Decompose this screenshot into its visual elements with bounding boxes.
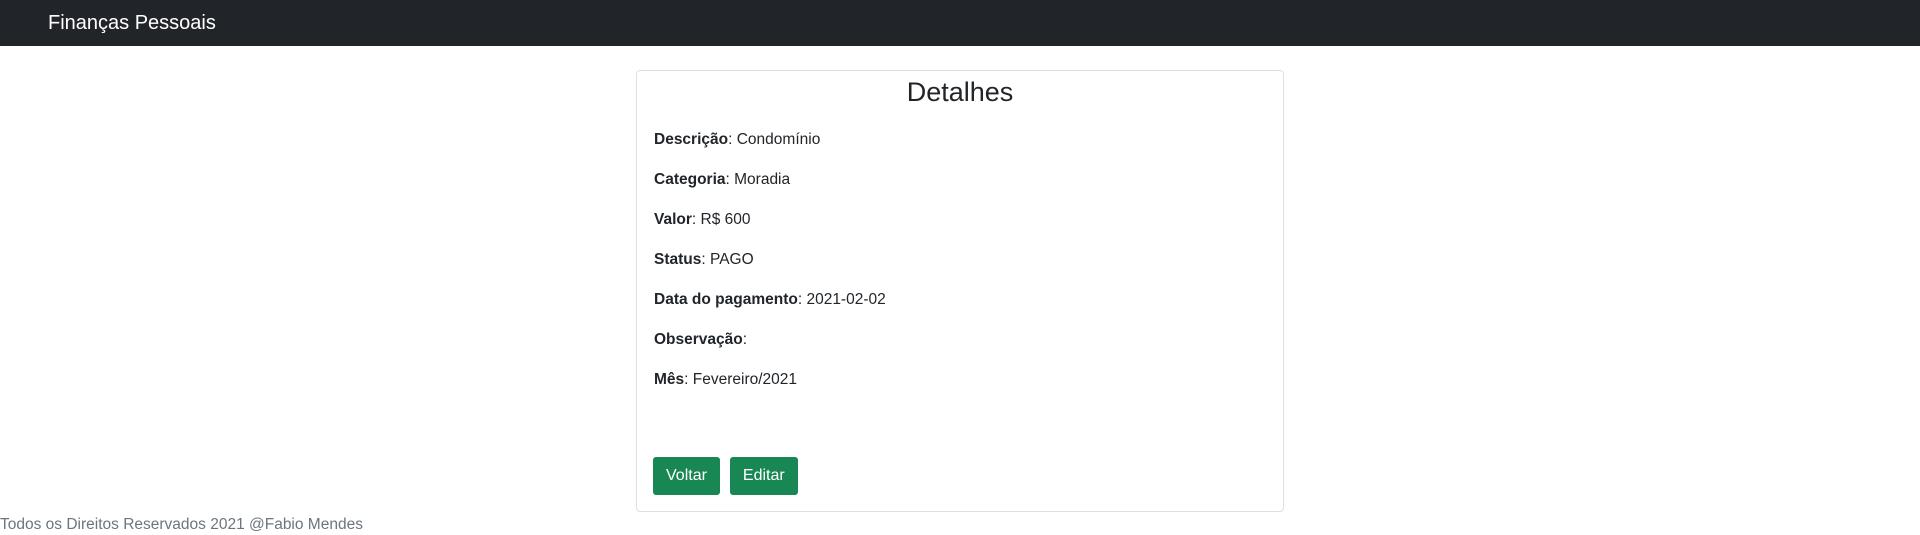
- detail-label: Descrição: [654, 131, 729, 148]
- detail-label: Categoria: [654, 171, 726, 188]
- detail-label: Observação: [654, 331, 743, 348]
- detail-data-pagamento: Data do pagamento: 2021-02-02: [654, 291, 886, 308]
- back-button[interactable]: Voltar: [653, 457, 720, 495]
- detail-label: Data do pagamento: [654, 291, 798, 308]
- details-card: Detalhes Descrição: Condomínio Categoria…: [636, 70, 1284, 512]
- detail-observacao: Observação:: [654, 331, 748, 348]
- card-actions: Voltar Editar: [653, 457, 798, 495]
- detail-value: 2021-02-02: [806, 291, 886, 308]
- detail-value: Fevereiro/2021: [692, 371, 798, 388]
- detail-status: Status: PAGO: [654, 251, 754, 268]
- detail-mes: Mês: Fevereiro/2021: [654, 371, 798, 388]
- detail-label: Mês: [654, 371, 685, 388]
- detail-valor: Valor: R$ 600: [654, 211, 751, 228]
- detail-value: PAGO: [710, 251, 754, 268]
- footer-copyright: Todos os Direitos Reservados 2021 @Fabio…: [0, 516, 363, 533]
- details-list: Descrição: Condomínio Categoria: Moradia…: [654, 130, 886, 410]
- detail-value: Moradia: [734, 171, 791, 188]
- detail-value: Condomínio: [736, 131, 821, 148]
- detail-label: Valor: [654, 211, 692, 228]
- edit-button[interactable]: Editar: [729, 457, 798, 495]
- detail-categoria: Categoria: Moradia: [654, 171, 791, 188]
- card-title: Detalhes: [906, 77, 1014, 107]
- detail-label: Status: [654, 251, 702, 268]
- top-navbar: Finanças Pessoais: [0, 0, 1920, 46]
- detail-value: R$ 600: [700, 211, 751, 228]
- navbar-brand-link[interactable]: Finanças Pessoais: [48, 13, 216, 33]
- detail-descricao: Descrição: Condomínio: [654, 131, 821, 148]
